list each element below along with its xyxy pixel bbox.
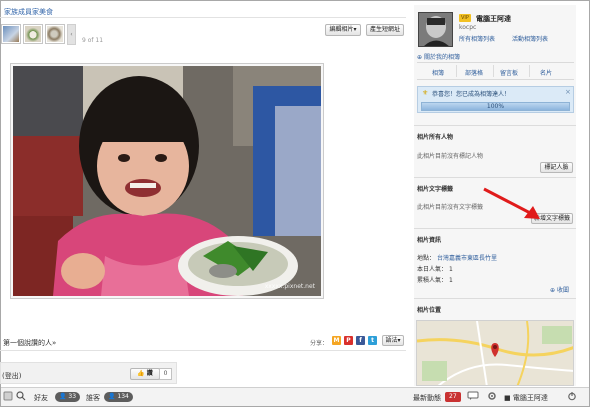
photo-counter: 9 of 11 bbox=[82, 37, 104, 44]
tab-divider bbox=[529, 65, 530, 77]
search-icon[interactable] bbox=[16, 391, 26, 401]
like-count: 0 bbox=[159, 368, 172, 380]
vip-badge: VIP bbox=[459, 14, 471, 22]
share-plurk-icon[interactable]: P bbox=[344, 336, 353, 345]
event-albums-link[interactable]: 活動相簿列表 bbox=[512, 34, 548, 43]
tab-divider bbox=[493, 65, 494, 77]
photo-image bbox=[13, 66, 321, 296]
red-arrow-annotation bbox=[483, 187, 540, 219]
owner-name[interactable]: 電腦王阿達 bbox=[476, 14, 511, 24]
friends-count-badge[interactable]: 👤 33 bbox=[55, 392, 81, 402]
photo-watermark: xxxxx.pixnet.net bbox=[264, 283, 315, 290]
main-photo[interactable]: xxxxx.pixnet.net bbox=[13, 66, 321, 296]
user-name-menu[interactable]: ■ 電腦王阿達 bbox=[504, 393, 548, 403]
collapse-toggle[interactable]: ⊕ 收闔 bbox=[550, 285, 569, 294]
share-twitter-icon[interactable]: t bbox=[368, 336, 377, 345]
text-tags-title: 相片文字標籤 bbox=[417, 186, 454, 193]
divider bbox=[414, 298, 576, 299]
first-like-link[interactable]: 第一個說讚的人» bbox=[3, 338, 56, 348]
edit-photo-button[interactable]: 編輯相片▾ bbox=[325, 24, 361, 36]
tab-card[interactable]: 名片 bbox=[540, 68, 552, 77]
tab-divider bbox=[456, 65, 457, 77]
owner-id: kocpc bbox=[459, 24, 477, 31]
share-m-icon[interactable]: M bbox=[332, 336, 341, 345]
people-title: 相片所有人物 bbox=[417, 134, 454, 141]
text-tags-empty-text: 此相片目前沒有文字標籤 bbox=[417, 204, 484, 211]
thumbnail-2[interactable] bbox=[23, 24, 43, 44]
divider bbox=[0, 17, 406, 18]
location-title: 相片位置 bbox=[417, 307, 442, 314]
about-albums-link[interactable]: ⊕ 關於我的相簿 bbox=[417, 52, 460, 61]
trophy-icon: ⚜ bbox=[422, 89, 429, 97]
tab-albums[interactable]: 相簿 bbox=[432, 68, 444, 77]
thumbnail-1[interactable] bbox=[1, 24, 21, 44]
info-row-location: 地點： 台灣嘉義市東區長竹里 bbox=[417, 255, 497, 262]
divider bbox=[414, 177, 576, 178]
app-icon[interactable] bbox=[3, 391, 13, 401]
tag-face-button[interactable]: 標記人臉 bbox=[540, 162, 573, 173]
location-map[interactable] bbox=[416, 320, 574, 386]
embed-code-button[interactable]: 語法▾ bbox=[382, 335, 404, 346]
divider bbox=[414, 125, 576, 126]
info-row-today-views: 本日人氣： 1 bbox=[417, 266, 453, 273]
like-button[interactable]: 👍 讚 bbox=[130, 368, 160, 380]
owner-avatar[interactable] bbox=[418, 12, 453, 47]
news-count-badge[interactable]: 27 bbox=[445, 392, 461, 402]
logout-link[interactable]: (登出) bbox=[2, 371, 21, 381]
people-empty-text: 此相片目前沒有標記人物 bbox=[417, 153, 484, 160]
album-link[interactable]: 家族成員家美食 bbox=[4, 7, 53, 17]
tab-guestbook[interactable]: 留言板 bbox=[500, 68, 518, 77]
all-albums-link[interactable]: 所有相簿列表 bbox=[459, 34, 495, 43]
photo-frame: xxxxx.pixnet.net bbox=[10, 63, 324, 299]
info-row-total-views: 累積人氣： 1 bbox=[417, 277, 453, 284]
short-url-button[interactable]: 產生短網址 bbox=[366, 24, 404, 36]
divider bbox=[414, 228, 576, 229]
share-facebook-icon[interactable]: f bbox=[356, 336, 365, 345]
visitors-count-badge[interactable]: 👤 134 bbox=[104, 392, 133, 402]
power-icon[interactable] bbox=[567, 391, 577, 401]
news-label[interactable]: 最新動態 bbox=[413, 393, 441, 403]
visitors-label[interactable]: 誰客 bbox=[86, 393, 100, 403]
close-icon[interactable]: × bbox=[565, 88, 571, 96]
progress-label: 100% bbox=[486, 103, 505, 110]
thumbnail-3[interactable] bbox=[45, 24, 65, 44]
friends-label[interactable]: 好友 bbox=[34, 393, 48, 403]
share-label: 分享： bbox=[310, 340, 329, 347]
settings-icon[interactable] bbox=[487, 391, 497, 401]
photo-info-title: 相片資訊 bbox=[417, 237, 442, 244]
chat-icon[interactable] bbox=[467, 391, 479, 401]
tab-blog[interactable]: 部落格 bbox=[465, 68, 483, 77]
achievement-text: 恭喜您！您已成為相簿達人！ bbox=[432, 91, 511, 98]
thumbnail-scroll-button[interactable]: ‹ bbox=[67, 24, 76, 45]
divider bbox=[0, 350, 406, 351]
